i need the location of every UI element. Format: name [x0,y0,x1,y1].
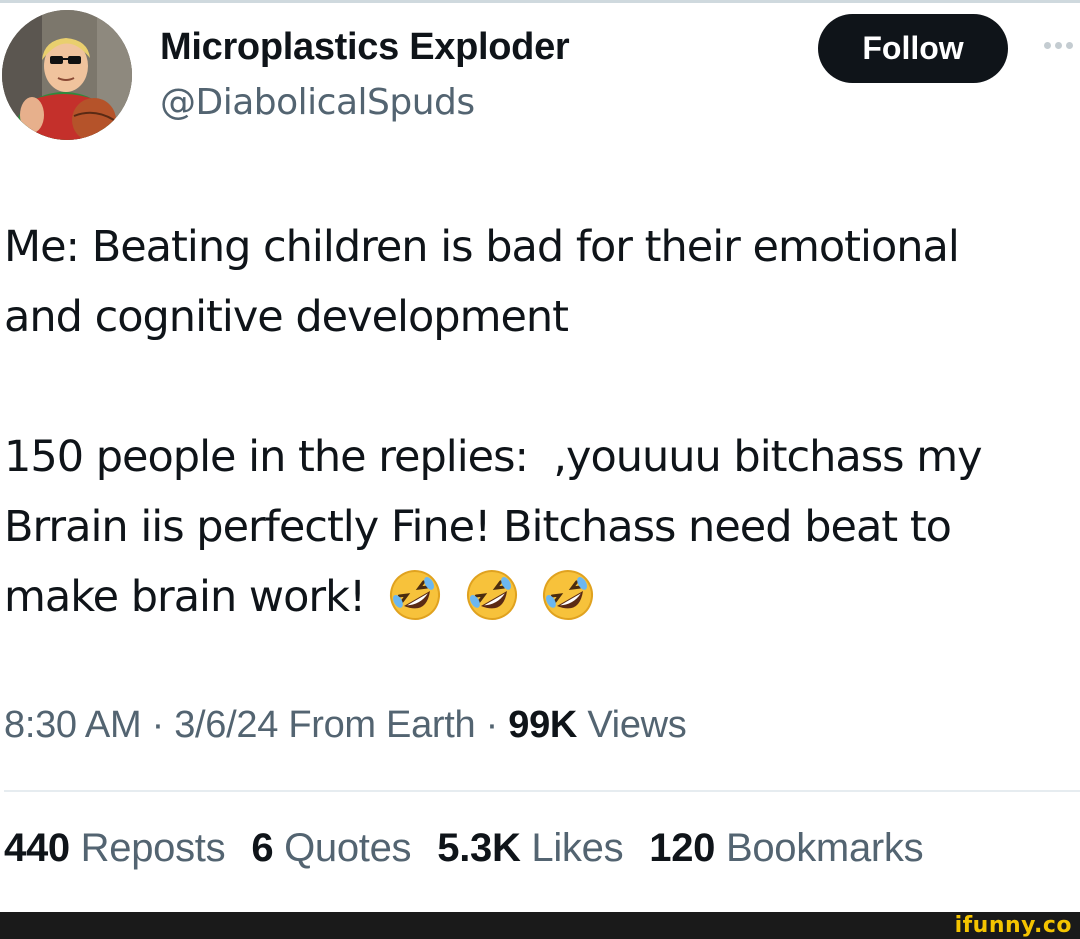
display-name[interactable]: Microplastics Exploder [160,26,570,69]
stat-count: 440 [4,826,70,870]
stat-label: Quotes [284,826,412,870]
follow-button[interactable]: Follow [818,14,1008,83]
divider [4,790,1080,792]
tweet-time[interactable]: 8:30 AM [4,704,142,746]
more-horizontal-icon [1043,41,1051,49]
stat-bookmarks[interactable]: 120 Bookmarks [649,826,923,871]
more-options-button[interactable] [1036,30,1080,60]
rolling-on-floor-laughing-emoji-icon [466,569,517,620]
stat-quotes[interactable]: 6 Quotes [251,826,411,871]
stat-likes[interactable]: 5.3K Likes [437,826,623,871]
tweet-line: and cognitive development [4,292,569,342]
views-count: 99K [508,704,578,746]
stat-label: Bookmarks [725,826,924,870]
engagement-stats: 440 Reposts 6 Quotes 5.3K Likes 120 Bookmar… [4,826,949,871]
rolling-on-floor-laughing-emoji-icon [543,569,594,620]
bottom-bar [0,912,1080,939]
tweet-date[interactable]: 3/6/24 [174,704,278,746]
top-border [0,0,1080,3]
meta-separator: · [475,704,509,746]
tweet-text: Me: Beating children is bad for their em… [4,212,1064,635]
rolling-on-floor-laughing-emoji-icon [389,569,440,620]
tweet-line-with-emoji: make brain work! [4,562,1064,635]
more-horizontal-icon-dot [1065,41,1073,49]
stat-count: 6 [251,826,274,870]
stat-label: Reposts [80,826,226,870]
avatar[interactable] [2,10,132,140]
watermark: ifunny.co [954,913,1072,938]
emoji-group [378,565,595,635]
tweet-line: Brrain iis perfectly Fine! Bitchass need… [4,502,952,552]
tweet-meta: 8:30 AM · 3/6/24 From Earth · 99K Views [4,704,687,747]
stat-count: 5.3K [437,826,521,870]
more-horizontal-icon-dot [1054,41,1062,49]
stat-reposts[interactable]: 440 Reposts [4,826,226,871]
tweet-location: From Earth [288,704,476,746]
user-handle[interactable]: @DiabolicalSpuds [160,82,475,123]
meta-separator: · [141,704,175,746]
tweet-line: 150 people in the replies: ,youuuu bitch… [4,432,983,482]
views-label: Views [587,704,687,746]
tweet-screenshot: Microplastics Exploder @DiabolicalSpuds … [0,0,1080,939]
user-avatar-icon [2,10,132,140]
tweet-line: Me: Beating children is bad for their em… [4,222,960,272]
stat-label: Likes [531,826,624,870]
stat-count: 120 [649,826,716,870]
tweet-line: make brain work! [4,572,366,622]
